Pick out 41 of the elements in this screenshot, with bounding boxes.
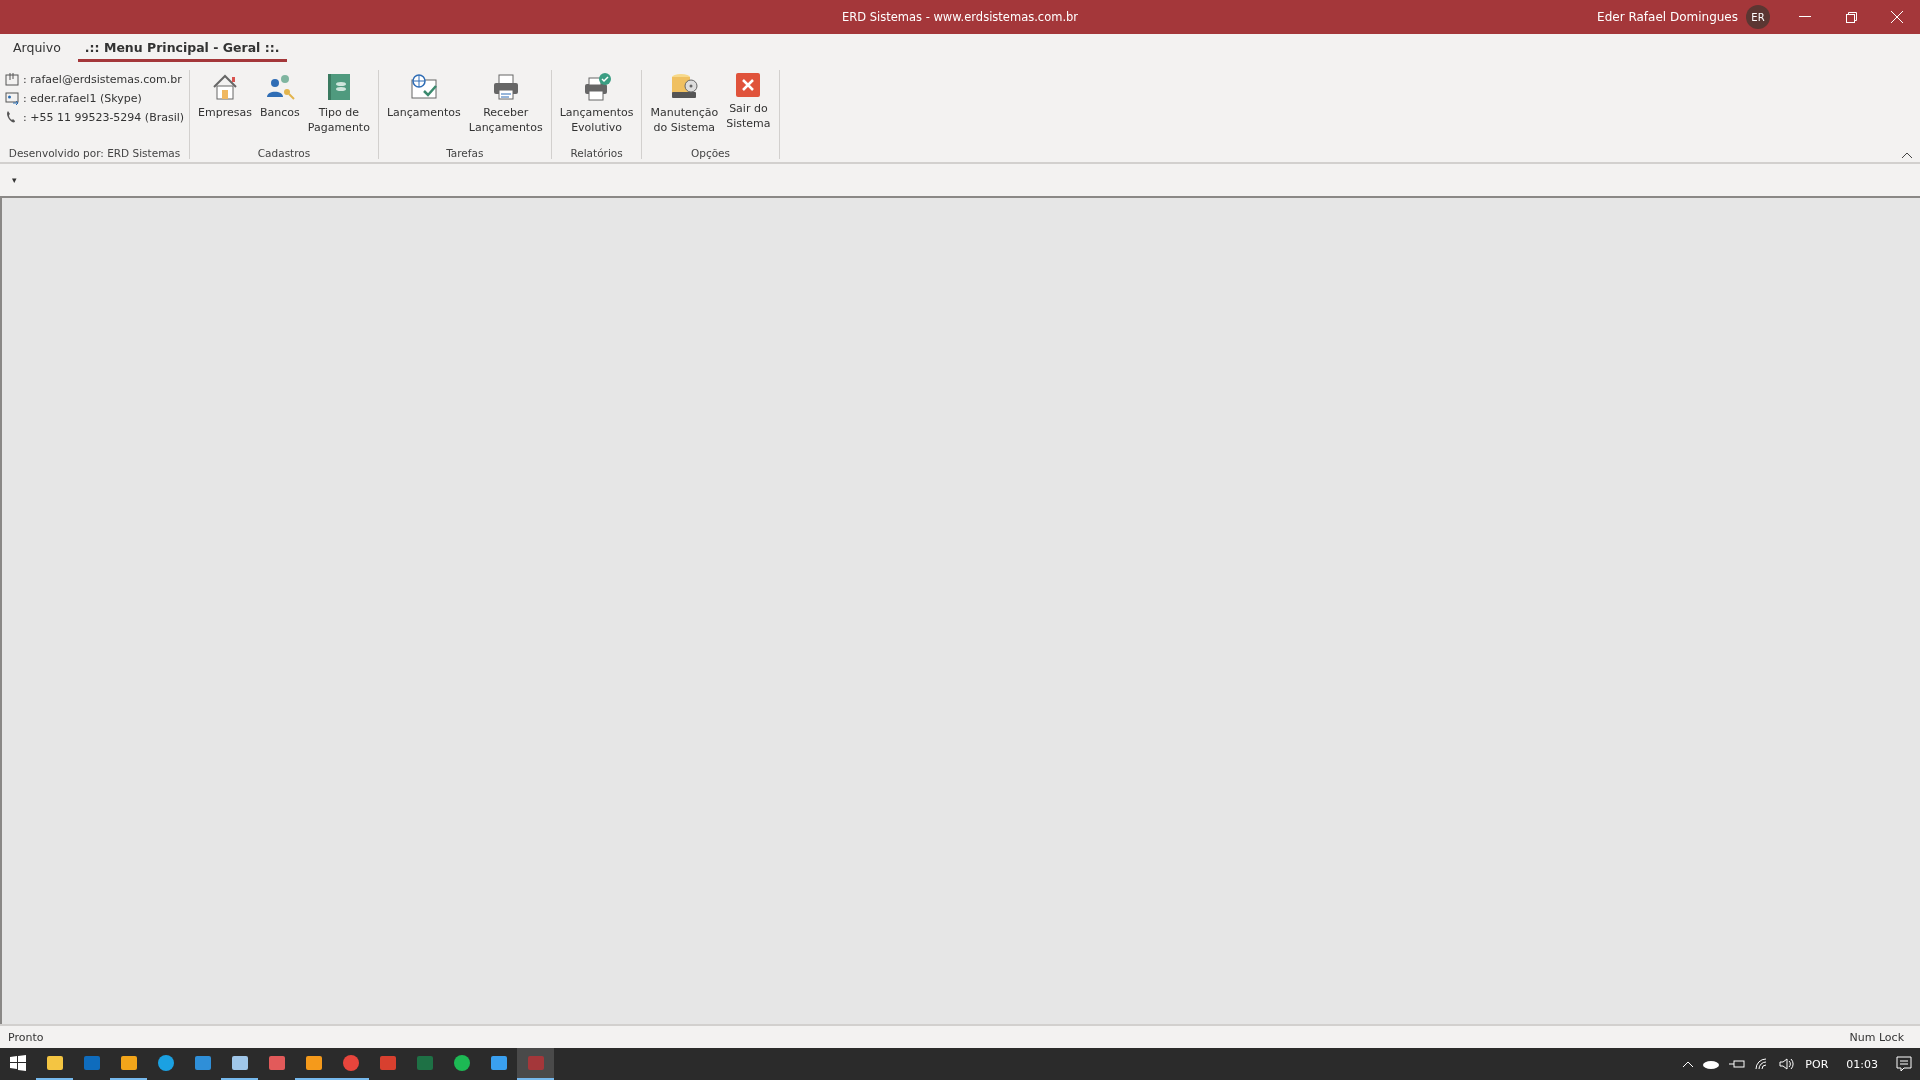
ribbon-button[interactable]: Manutenção do Sistema [647, 70, 722, 147]
cloud-icon[interactable] [1703, 1059, 1720, 1069]
globe-document-icon [408, 72, 439, 102]
ribbon-button[interactable]: Tipo de Pagamento [304, 70, 373, 147]
window-title: ERD Sistemas - www.erdsistemas.com.br [841, 10, 1079, 24]
close-icon [735, 72, 762, 98]
group-label: Tarefas [445, 147, 485, 159]
ribbon-button[interactable]: Lançamentos Evolutivo [556, 70, 637, 147]
ribbon-button[interactable]: Receber Lançamentos [465, 70, 546, 147]
minimize-icon [1799, 16, 1811, 18]
contact-text: : eder.rafael1 (Skype) [23, 91, 142, 105]
windows-logo-icon [10, 1055, 26, 1071]
status-text: Pronto [8, 1030, 44, 1044]
restore-icon [1845, 11, 1857, 23]
speaker-icon[interactable] [1779, 1058, 1796, 1070]
group-label: Desenvolvido por: ERD Sistemas [7, 147, 182, 159]
contact-text: : +55 11 99523-5294 (Brasil) [23, 110, 185, 124]
notification-icon[interactable] [1896, 1056, 1912, 1072]
user-avatar: ER [1746, 5, 1770, 29]
quick-access-button[interactable]: ▾ [10, 175, 19, 185]
user-name: Eder Rafael Domingues [1597, 10, 1738, 24]
battery-plug-icon[interactable] [1729, 1059, 1746, 1069]
people-key-icon [264, 72, 295, 102]
ribbon-button[interactable]: Sair do Sistema [723, 70, 774, 147]
ribbon-button[interactable]: Empresas [195, 70, 255, 147]
group-label: Cadastros [256, 147, 312, 159]
chevron-up-icon[interactable] [1683, 1061, 1694, 1067]
contact-card-icon [5, 91, 19, 105]
collapse-icon[interactable] [1902, 152, 1912, 158]
language-indicator[interactable]: POR [1805, 1057, 1829, 1071]
ribbon-button[interactable]: Bancos [257, 70, 303, 147]
close-icon [1891, 11, 1903, 23]
taskbar-app[interactable] [517, 1048, 554, 1080]
ribbon-tab[interactable]: Arquivo [6, 40, 68, 62]
ribbon-button[interactable]: Lançamentos [383, 70, 464, 147]
paperclip-card-icon [5, 72, 19, 86]
contact-text: : rafael@erdsistemas.com.br [23, 72, 182, 86]
group-label: Opções [690, 147, 732, 159]
status-indicator: Num Lock [1849, 1030, 1904, 1044]
clock[interactable]: 01:03 [1846, 1057, 1878, 1071]
group-label: Relatórios [569, 147, 624, 159]
